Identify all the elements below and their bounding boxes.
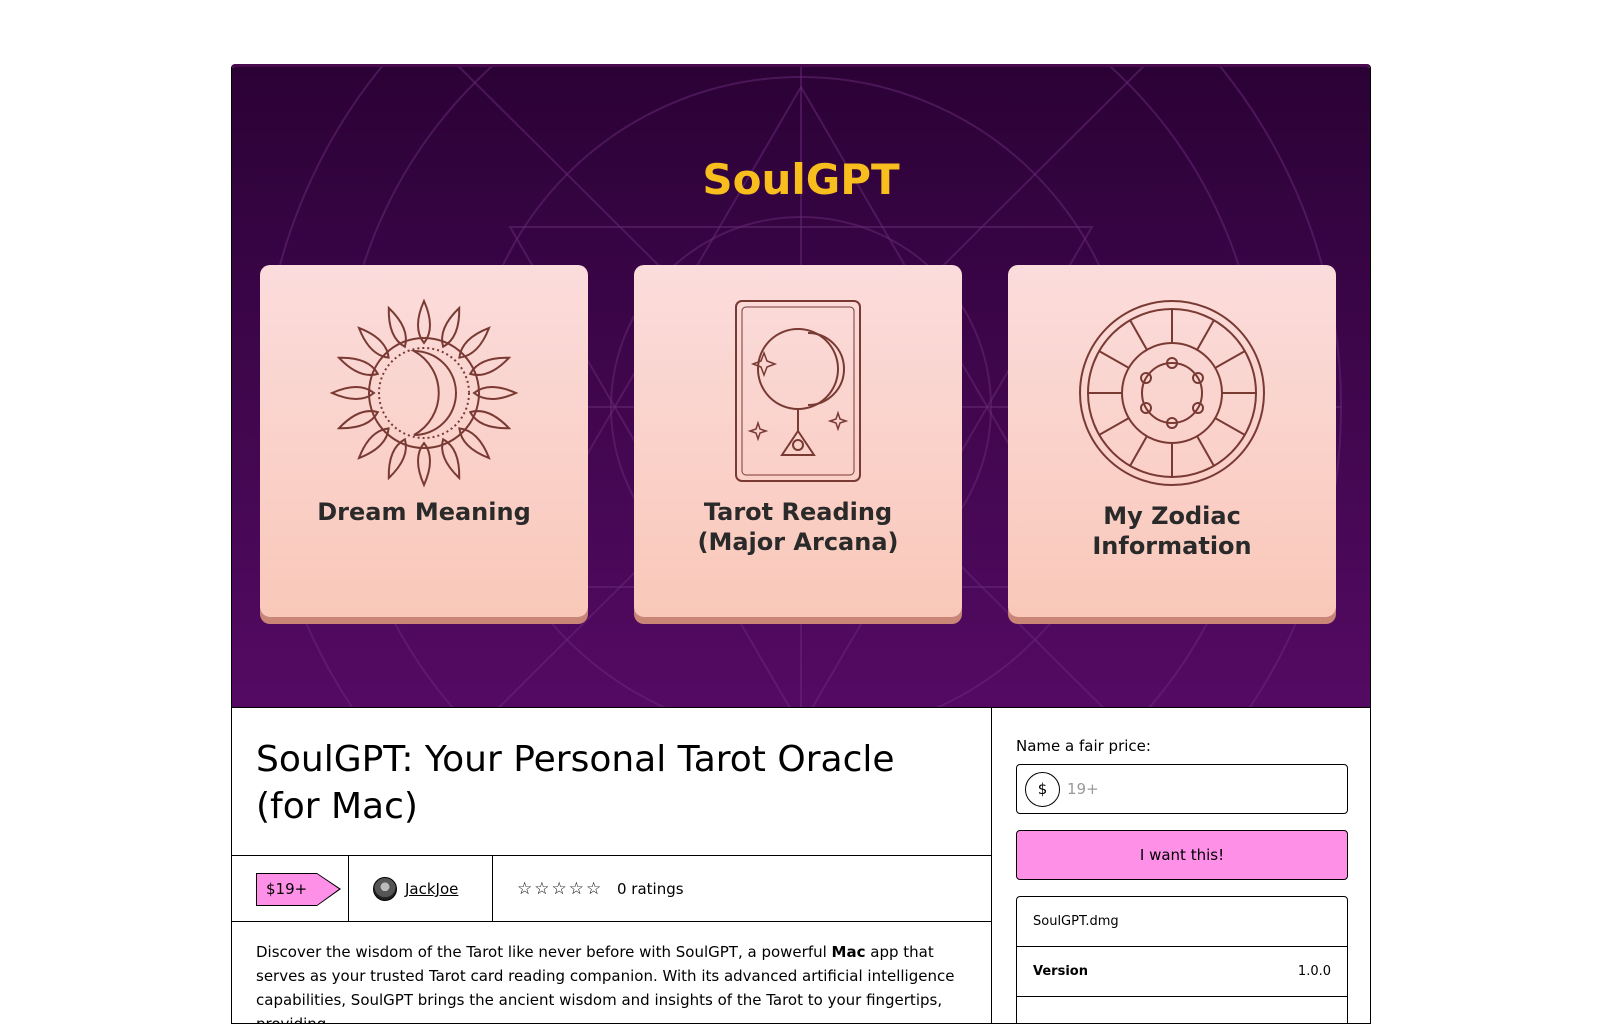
tarot-card-icon (735, 300, 861, 482)
product-cover-image: SoulGPT Dream Meaning Tarot Reading (Maj… (232, 67, 1370, 708)
product-info-table: SoulGPT.dmg Version 1.0.0 (1016, 896, 1348, 1023)
creator-link[interactable]: JackJoe (405, 877, 458, 901)
version-value: 1.0.0 (1297, 964, 1331, 979)
description-text: Discover the wisdom of the Tarot like ne… (256, 943, 832, 961)
sun-moon-icon (329, 298, 519, 488)
feature-label-line: My Zodiac (1103, 502, 1241, 530)
file-row: SoulGPT.dmg (1017, 897, 1347, 947)
file-name: SoulGPT.dmg (1033, 914, 1119, 929)
product-description: Discover the wisdom of the Tarot like ne… (256, 940, 966, 1023)
fair-price-label: Name a fair price: (1016, 737, 1151, 755)
rating-stars: ☆☆☆☆☆ (517, 879, 604, 899)
cover-app-title: SoulGPT (702, 155, 900, 204)
zodiac-wheel-icon (1079, 300, 1265, 486)
product-details: SoulGPT: Your Personal Tarot Oracle (for… (232, 708, 992, 1023)
price-input[interactable] (1067, 777, 1337, 801)
feature-card-tarot-reading: Tarot Reading (Major Arcana) (634, 265, 962, 617)
buy-button[interactable]: I want this! (1016, 830, 1348, 880)
feature-label-line: Tarot Reading (703, 498, 893, 526)
description-bold: Mac (831, 943, 866, 961)
creator-cell: JackJoe (349, 856, 493, 921)
product-title: SoulGPT: Your Personal Tarot Oracle (for… (256, 739, 895, 827)
feature-label-line: (Major Arcana) (697, 528, 899, 556)
product-meta-bar: $19+ JackJoe ☆☆☆☆☆ 0 ratings (232, 855, 991, 922)
feature-card-zodiac-information: My Zodiac Information (1008, 265, 1336, 617)
price-badge: $19+ (256, 873, 342, 906)
feature-label-line: Information (1092, 532, 1252, 560)
feature-card-dream-meaning: Dream Meaning (260, 265, 588, 617)
purchase-panel: Name a fair price: $ I want this! SoulGP… (992, 708, 1370, 1023)
feature-label-line: Dream Meaning (317, 498, 531, 526)
product-card: SoulGPT Dream Meaning Tarot Reading (Maj… (231, 64, 1371, 1024)
creator-avatar[interactable] (373, 877, 397, 901)
feature-label: Dream Meaning (260, 497, 588, 527)
version-label: Version (1033, 964, 1088, 979)
version-row: Version 1.0.0 (1017, 947, 1347, 997)
currency-symbol: $ (1025, 772, 1060, 807)
feature-label: Tarot Reading (Major Arcana) (634, 497, 962, 557)
ratings-count: 0 ratings (617, 880, 684, 898)
feature-label: My Zodiac Information (1008, 501, 1336, 561)
price-cell: $19+ (232, 856, 349, 921)
price-field[interactable]: $ (1016, 764, 1348, 814)
